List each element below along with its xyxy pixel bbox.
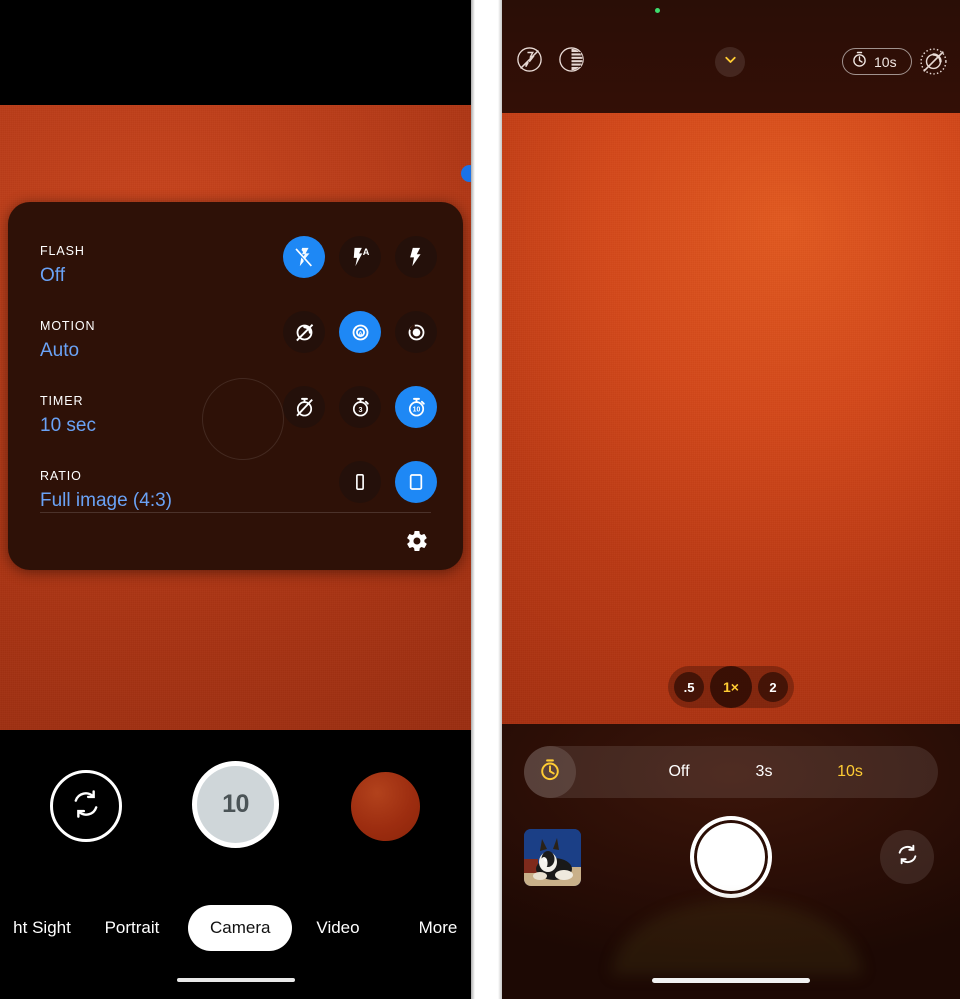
flash-on-option[interactable] [395,236,437,278]
motion-label: MOTION [40,319,96,333]
mode-camera[interactable]: Camera [188,905,293,951]
flash-off-option[interactable] [283,236,325,278]
flash-label: FLASH [40,244,85,258]
svg-text:10: 10 [412,406,420,413]
mode-portrait[interactable]: Portrait [82,905,182,951]
timer-bar-icon-button[interactable] [524,746,576,798]
right-phone-screen: 10s .5 1× 2 Off 3s 10s [502,0,960,999]
top-shot-icon [557,45,586,79]
countdown-number: 10 [222,790,249,818]
left-bottom-control-bar: 10 ht Sight Portrait Camera Video More [0,730,471,999]
timer-option-off[interactable]: Off [634,746,724,798]
shutter-button-countdown[interactable]: 10 [192,761,279,848]
flash-auto-icon: A [349,246,371,268]
timer-10s-option[interactable]: 10 [395,386,437,428]
timer-selection-bar: Off 3s 10s [524,746,938,798]
right-camera-viewfinder[interactable]: .5 1× 2 [502,113,960,724]
motion-options: A [283,311,437,353]
left-panel-edge-shadow [471,0,475,999]
motion-auto-icon: A [349,321,372,344]
timer-icon [850,50,869,74]
timer-option-10s[interactable]: 10s [810,746,890,798]
ratio-value: Full image (4:3) [40,490,172,511]
svg-text:A: A [358,330,363,337]
left-status-bar [0,0,471,105]
svg-text:A: A [363,247,370,257]
mode-video[interactable]: Video [292,905,384,951]
timer-10s-icon: 10 [405,396,428,419]
flip-camera-button[interactable] [880,830,934,884]
screenshot-stage: FLASH Off A MOTION Auto A TIMER 10 sec 3… [0,0,960,999]
ratio-4-3-icon [405,471,427,493]
zoom-option-1x[interactable]: 1× [710,666,752,708]
viewfinder-grain [502,113,960,724]
left-phone-screen: FLASH Off A MOTION Auto A TIMER 10 sec 3… [0,0,471,999]
right-top-bar: 10s [502,0,960,113]
rabbit-photo-thumbnail [524,829,581,886]
flash-off-icon [515,45,544,79]
shutter-button[interactable] [690,816,772,898]
flash-auto-option[interactable]: A [339,236,381,278]
camera-mode-strip: ht Sight Portrait Camera Video More [0,905,471,951]
privacy-indicator-dot [655,8,660,13]
top-shot-button[interactable] [556,46,587,77]
motion-value: Auto [40,340,80,361]
timer-options: 3 10 [283,386,437,428]
motion-off-option[interactable] [283,311,325,353]
sheet-divider [40,512,431,513]
ratio-16-9-option[interactable] [339,461,381,503]
flip-camera-icon [69,787,103,826]
lens-switch-button[interactable] [50,770,122,842]
mode-more[interactable]: More [392,905,471,951]
motion-off-icon [293,321,316,344]
gallery-thumbnail-button[interactable] [524,829,581,886]
motion-on-icon [405,321,428,344]
timer-value: 10 sec [40,415,96,436]
timer-3s-icon: 3 [349,396,372,419]
timer-label: TIMER [40,394,84,408]
camera-settings-sheet: FLASH Off A MOTION Auto A TIMER 10 sec 3… [8,202,463,570]
setting-row-flash: FLASH Off A [8,216,463,290]
chevron-down-icon [722,51,739,73]
ratio-16-9-icon [349,471,371,493]
right-bottom-control-bar: Off 3s 10s [502,724,960,999]
ratio-4-3-option[interactable] [395,461,437,503]
flash-off-icon [293,246,315,268]
flash-value: Off [40,265,65,286]
svg-text:3: 3 [358,404,362,413]
zoom-option-half[interactable]: .5 [674,672,704,702]
flip-camera-icon [894,841,921,873]
settings-gear-button[interactable] [404,530,430,556]
motion-off-button[interactable] [918,46,949,77]
motion-off-icon [918,48,949,81]
zoom-option-2x[interactable]: 2 [758,672,788,702]
timer-off-icon [293,396,316,419]
setting-row-ratio: RATIO Full image (4:3) [8,441,463,515]
flash-on-icon [405,246,427,268]
setting-row-motion: MOTION Auto A [8,291,463,365]
gear-icon [405,529,429,558]
timer-option-3s[interactable]: 3s [724,746,804,798]
timer-status-badge[interactable]: 10s [842,48,912,75]
timer-icon [537,757,563,788]
gallery-thumbnail-button[interactable] [351,772,420,841]
ratio-label: RATIO [40,469,82,483]
motion-on-option[interactable] [395,311,437,353]
flash-off-button[interactable] [514,46,545,77]
timer-off-option[interactable] [283,386,325,428]
blue-edge-dot [461,165,471,182]
home-indicator [176,978,295,982]
timer-badge-label: 10s [874,53,897,70]
ratio-options [339,461,437,503]
timer-3s-option[interactable]: 3 [339,386,381,428]
zoom-level-selector: .5 1× 2 [668,666,794,708]
home-indicator [652,978,810,983]
expand-settings-button[interactable] [715,47,745,77]
flash-options: A [283,236,437,278]
motion-auto-option[interactable]: A [339,311,381,353]
setting-row-timer: TIMER 10 sec 3 10 [8,366,463,440]
